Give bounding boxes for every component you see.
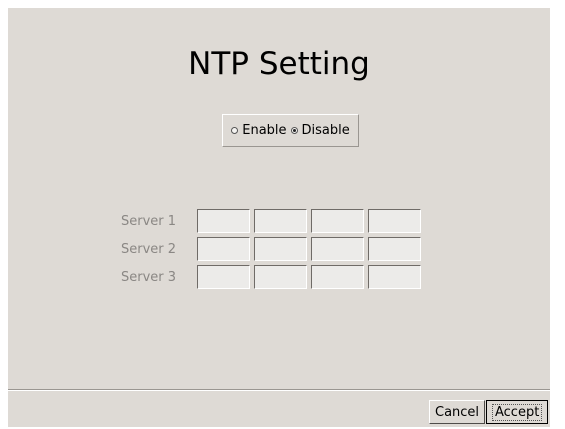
disable-radio[interactable]: Disable [290,123,350,138]
server-2-octet-2[interactable] [254,237,307,261]
server-2-octet-1[interactable] [197,237,250,261]
server-3-octet-4[interactable] [368,265,421,289]
server-1-octet-1[interactable] [197,209,250,233]
enable-radio-indicator[interactable] [231,127,239,134]
page-title: NTP Setting [188,46,370,82]
enable-radio-label: Enable [242,123,287,138]
server-1-octet-2[interactable] [254,209,307,233]
ntp-servers: Server 1 Server 2 Server 3 [121,207,425,291]
button-bar-separator [8,389,550,391]
server-1-octet-4[interactable] [368,209,421,233]
server-2-octet-3[interactable] [311,237,364,261]
disable-radio-label: Disable [301,123,350,138]
enable-radio[interactable]: Enable [231,123,287,138]
ntp-mode-radio-group: Enable Disable [222,114,359,147]
server-1-label: Server 1 [121,213,177,229]
accept-button-label: Accept [492,403,543,421]
server-1-row: Server 1 [121,207,425,235]
server-3-octet-3[interactable] [311,265,364,289]
server-3-octet-2[interactable] [254,265,307,289]
server-3-row: Server 3 [121,263,425,291]
server-2-row: Server 2 [121,235,425,263]
ntp-setting-dialog: NTP Setting Enable Disable Server 1 Serv… [8,8,550,427]
server-1-octet-3[interactable] [311,209,364,233]
accept-button[interactable]: Accept [486,400,548,424]
server-3-octet-1[interactable] [197,265,250,289]
cancel-button[interactable]: Cancel [429,400,485,424]
disable-radio-indicator[interactable] [290,127,298,134]
server-3-label: Server 3 [121,269,177,285]
server-2-octet-4[interactable] [368,237,421,261]
server-2-label: Server 2 [121,241,177,257]
